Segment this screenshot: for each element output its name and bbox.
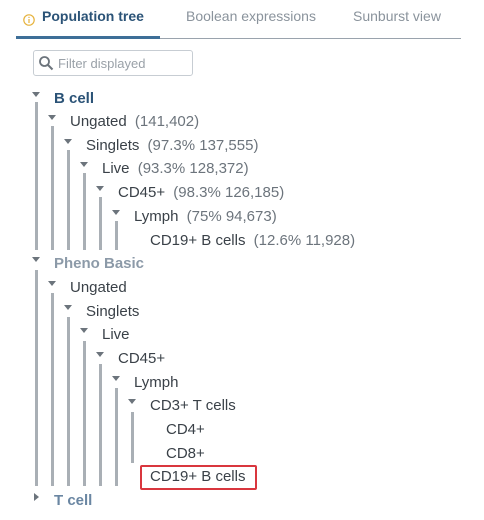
tree-node-lymph: Lymph [112,373,178,393]
tree-guide-line [83,341,86,486]
tree-node-cd19-b-cells: CD19+ B cells (12.6% 11,928) [128,231,355,251]
caret-down-icon[interactable] [64,305,72,310]
tree-guide-line [99,197,102,250]
caret-down-icon[interactable] [64,139,72,144]
tree-node-ungated: Ungated (141,402) [48,112,199,132]
node-label[interactable]: B cell [54,90,94,107]
tree-node-pheno-basic: Pheno Basic [32,254,144,274]
node-label[interactable]: CD19+ B cells [150,232,245,249]
tree-guide-line [99,364,102,486]
node-label[interactable]: T cell [54,492,92,509]
tree-guide-line [67,150,70,250]
node-label[interactable]: Live [102,326,130,343]
caret-down-icon[interactable] [96,186,104,191]
selection-highlight [140,465,257,490]
info-icon [23,14,35,26]
node-label[interactable]: Ungated [70,113,127,130]
tree-node-lymph: Lymph (75% 94,673) [112,207,277,227]
tree-node-cd3-t-cells: CD3+ T cells [128,396,236,416]
tree-guide-line [35,270,38,486]
node-stat: (75% 94,673) [186,208,277,225]
tree-node-ungated: Ungated [48,278,127,298]
node-label[interactable]: Live [102,160,130,177]
node-label[interactable]: CD4+ [166,421,205,438]
tab-sunburst-view[interactable]: Sunburst view [353,8,441,24]
node-label[interactable]: CD3+ T cells [150,397,236,414]
tree-guide-line [35,102,38,250]
tree-node-singlets: Singlets [64,302,139,322]
caret-down-icon[interactable] [112,210,120,215]
node-stat: (98.3% 126,185) [173,184,285,201]
node-label[interactable]: Pheno Basic [54,255,144,272]
tree-node-cd45: CD45+ (98.3% 126,185) [96,183,284,203]
filter-input[interactable] [58,53,188,73]
caret-down-icon[interactable] [80,328,88,333]
tree-node-t-cell: T cell [32,491,92,511]
node-label[interactable]: Singlets [86,137,139,154]
tree-node-cd45: CD45+ [96,349,165,369]
caret-right-icon[interactable] [34,493,39,501]
tab-boolean-expressions[interactable]: Boolean expressions [186,8,316,24]
tree-node-live: Live (93.3% 128,372) [80,159,249,179]
node-stat: (141,402) [134,113,200,130]
caret-down-icon[interactable] [48,281,56,286]
node-stat: (12.6% 11,928) [253,232,356,249]
tree-node-live: Live [80,325,130,345]
node-label[interactable]: CD45+ [118,184,165,201]
caret-down-icon[interactable] [80,162,88,167]
tree-guide-line [51,293,54,486]
node-stat: (97.3% 137,555) [147,137,259,154]
node-label[interactable]: Singlets [86,303,139,320]
caret-down-icon[interactable] [32,257,40,262]
active-tab-indicator [16,36,160,39]
node-label[interactable]: Lymph [134,374,178,391]
node-label[interactable]: Lymph [134,208,178,225]
caret-down-icon[interactable] [48,115,56,120]
tree-guide-line [67,317,70,486]
search-icon [39,56,54,71]
node-stat: (93.3% 128,372) [137,160,249,177]
node-label[interactable]: CD8+ [166,445,205,462]
filter-box [33,50,193,76]
caret-down-icon[interactable] [112,376,120,381]
node-label[interactable]: CD45+ [118,350,165,367]
tree-guide-line [131,412,134,463]
tree-guide-line [51,126,54,250]
caret-down-icon[interactable] [96,352,104,357]
tab-population-tree[interactable]: Population tree [42,8,144,24]
caret-down-icon[interactable] [32,92,40,97]
tree-node-cd8: CD8+ [144,444,205,464]
caret-down-icon[interactable] [128,399,136,404]
tree-guide-line [83,173,86,250]
node-label[interactable]: Ungated [70,279,127,296]
tree-node-b-cell: B cell [32,89,94,109]
tree-guide-line [115,388,118,486]
tree-node-singlets: Singlets (97.3% 137,555) [64,136,258,156]
tree-node-cd4: CD4+ [144,420,205,440]
